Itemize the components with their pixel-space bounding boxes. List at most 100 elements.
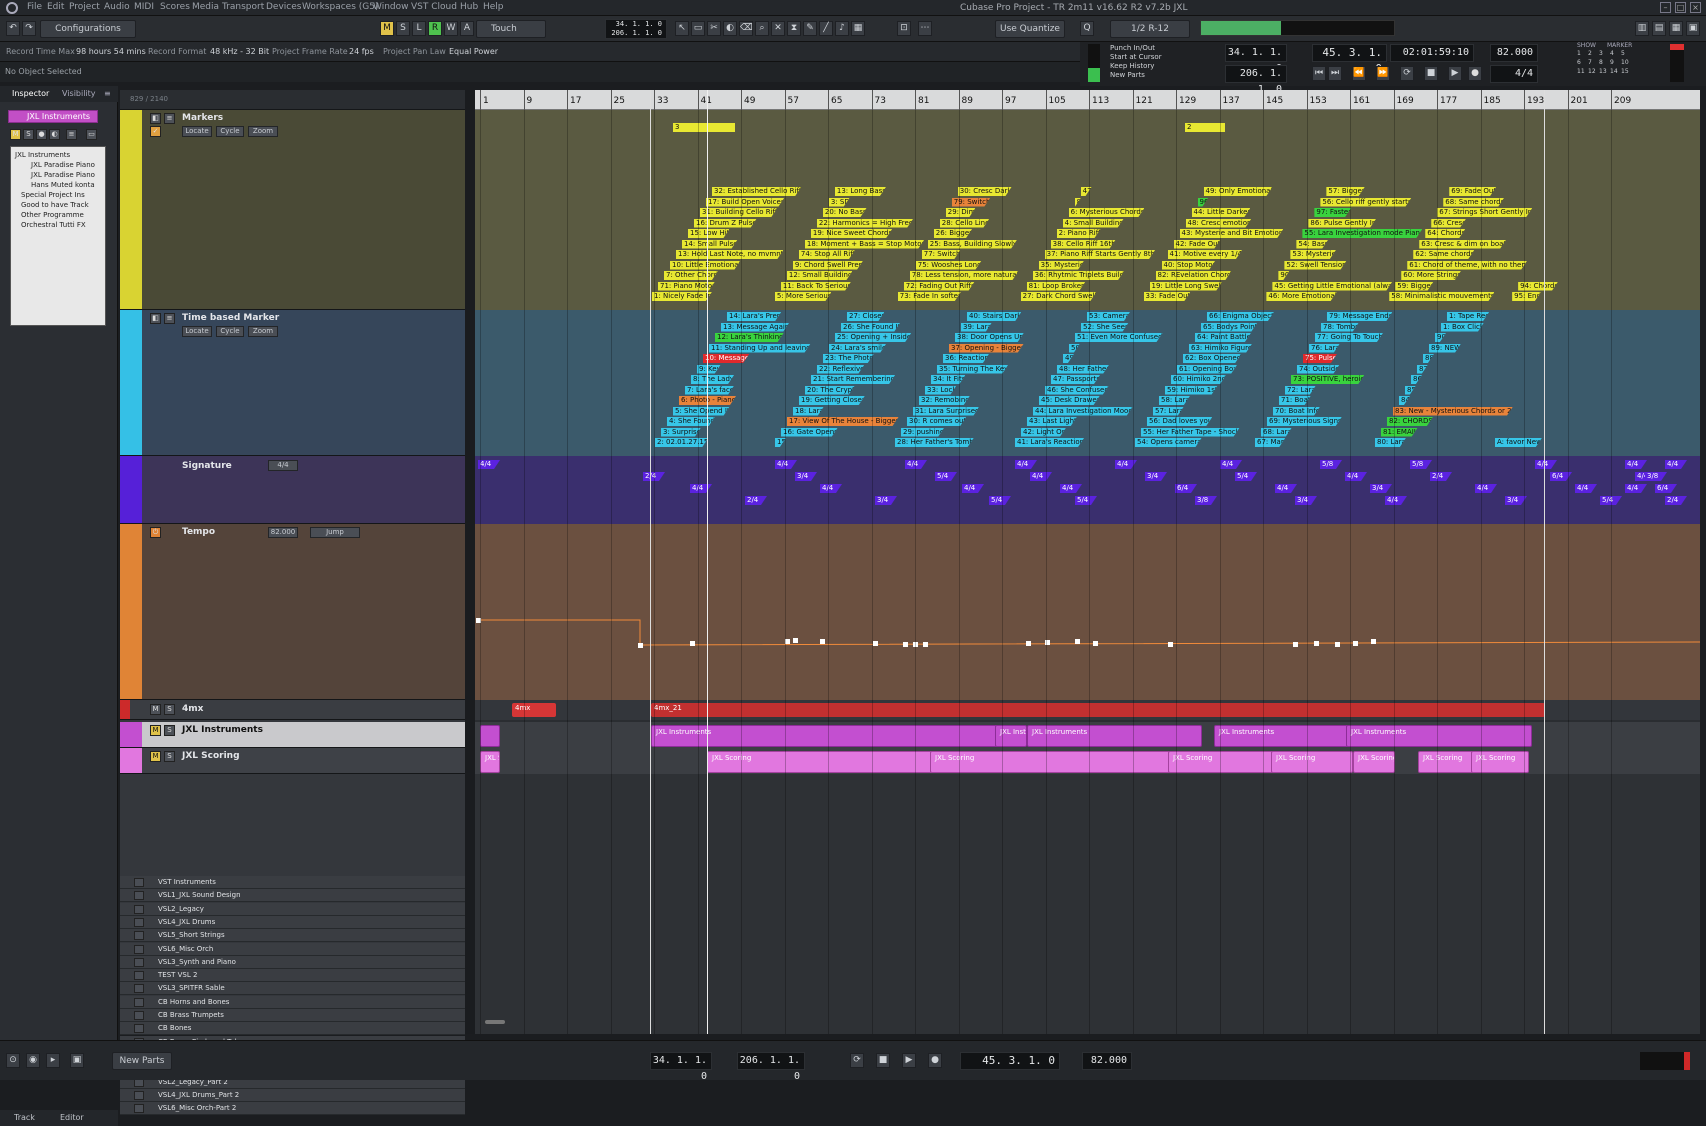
menu-audio[interactable]: Audio [104, 2, 130, 12]
marker-button-6[interactable]: 6 [1577, 59, 1581, 66]
time-marker[interactable]: 28: Her Father's Tomb [895, 438, 974, 447]
pointer-tool-icon[interactable]: ↖ [675, 21, 689, 36]
tab-inspector[interactable]: Inspector [12, 89, 49, 98]
time-marker[interactable]: 40: Stairs Dark [967, 312, 1021, 321]
menu-file[interactable]: File [27, 2, 42, 12]
time-marker[interactable]: 50 [1069, 344, 1080, 353]
time-marker[interactable]: 37: Opening - Bigger [949, 344, 1024, 353]
signature-event[interactable]: 4/4 [1475, 484, 1497, 493]
marker[interactable]: 7: Other Chord [664, 271, 718, 280]
marker[interactable]: 22: Harmonics = High Freq [817, 219, 913, 228]
marker-button-9[interactable]: 9 [1610, 59, 1614, 66]
signature-event[interactable]: 6/4 [1175, 484, 1197, 493]
inspector-write-button[interactable]: ◐ [49, 129, 60, 140]
instrument-track-row[interactable]: VSL1_JXL Sound Design [120, 889, 465, 903]
instrument-part[interactable] [480, 725, 500, 747]
instrument-track-row[interactable]: CB Bones [120, 1022, 465, 1036]
marker[interactable]: 41: Motive every 1/4 [1168, 250, 1242, 259]
tab-visibility[interactable]: Visibility [62, 89, 96, 98]
inspector-edit-button[interactable]: ≡ [66, 129, 77, 140]
time-marker[interactable]: 7: Lara's face [685, 386, 734, 395]
marker[interactable]: 57: Bigger [1326, 187, 1364, 196]
tree-item[interactable]: JXL Paradise Piano [31, 171, 95, 179]
color-tool-icon[interactable]: ▦ [851, 21, 865, 36]
time-marker[interactable]: 83: New - Mysterious Chords or 2 riffs [1393, 407, 1513, 416]
draw-tool-icon[interactable]: ✎ [803, 21, 817, 36]
marker[interactable]: 73: Fade In softer [898, 292, 961, 301]
instrument-part[interactable]: JXL Instruments [1214, 725, 1349, 747]
time-marker[interactable]: 25: Opening + Inside [835, 333, 911, 342]
scoring-part[interactable]: JXL S [480, 751, 500, 773]
tempo-point[interactable] [820, 639, 825, 644]
menu-workspaces[interactable]: Workspaces (G5) [302, 2, 378, 12]
zoom-tool-icon[interactable]: ⌕ [755, 21, 769, 36]
time-marker[interactable]: 73: POSITIVE, heroic [1291, 375, 1364, 384]
bottom-right-locator[interactable]: 206. 1. 1. 0 [737, 1052, 805, 1082]
tempo-point[interactable] [1293, 642, 1298, 647]
empty-tracks-lane[interactable] [475, 774, 1700, 1034]
time-marker[interactable]: 81: EMAIL [1381, 428, 1418, 437]
punch-in-out-option[interactable]: Punch In/Out [1110, 44, 1162, 53]
signature-event[interactable]: 3/4 [795, 472, 817, 481]
marker[interactable]: 33: Fade Out [1144, 292, 1191, 301]
marker[interactable]: 12: Small Building [787, 271, 853, 280]
tree-item[interactable]: JXL Instruments [15, 151, 70, 159]
redo-icon[interactable]: ↷ [22, 21, 36, 36]
signature-event[interactable]: 2/4 [1430, 472, 1452, 481]
marker[interactable]: 38: Cello Riff 16th [1051, 240, 1116, 249]
marker[interactable]: 40: Stop Motor [1162, 261, 1216, 270]
marker-button-3[interactable]: 3 [1599, 50, 1603, 57]
tempo-track-activate-icon[interactable]: ⏻ [150, 527, 161, 538]
marker[interactable]: 1: Nicely Fade In [652, 292, 712, 301]
marker[interactable]: 86: Pulse Gently In [1308, 219, 1376, 228]
menu-project[interactable]: Project [69, 2, 100, 12]
tempo-point[interactable] [690, 641, 695, 646]
play-icon[interactable]: ▶ [1448, 66, 1462, 81]
start-at-cursor-option[interactable]: Start at Cursor [1110, 53, 1162, 62]
audio-solo-button[interactable]: S [164, 704, 175, 715]
quantize-value-select[interactable]: 1/2 R-12 [1110, 20, 1190, 38]
signature-event[interactable]: 4/4 [690, 484, 712, 493]
instrument-track-row[interactable]: VST Instruments [120, 876, 465, 889]
time-marker[interactable]: 41: Lara's Reaction [1015, 438, 1084, 447]
layout-right-icon[interactable]: ▦ [1669, 21, 1683, 36]
event-display[interactable]: 1917253341495765738189971051131211291371… [475, 90, 1700, 1034]
time-marker[interactable]: 75: Pulse [1303, 354, 1337, 363]
marker-button-5[interactable]: 5 [1621, 50, 1625, 57]
menu-vst-cloud[interactable]: VST Cloud [411, 2, 457, 12]
marker[interactable]: 59: Bigger [1395, 282, 1433, 291]
inspector-folder-button[interactable]: ▭ [86, 129, 97, 140]
instrument-track-row[interactable]: TEST VSL 2 [120, 969, 465, 983]
snap-icon[interactable]: ⊡ [897, 21, 911, 36]
grid-icon[interactable]: ⋯ [918, 21, 932, 36]
time-marker[interactable]: 64: Paint Battle [1195, 333, 1251, 342]
scoring-part[interactable]: JXL Scoring [1168, 751, 1273, 773]
marker[interactable]: 5: More Serious [775, 292, 832, 301]
time-marker[interactable]: 84 [1399, 396, 1410, 405]
time-marker[interactable]: 17: View Of The House - Bigger [787, 417, 899, 426]
time-marker[interactable]: 86 [1411, 375, 1422, 384]
time-marker[interactable]: 53: Camera [1087, 312, 1130, 321]
new-parts-option[interactable]: New Parts [1110, 71, 1162, 80]
marker[interactable]: 28: Cello Line [940, 219, 990, 228]
time-marker[interactable]: 18: Lara [793, 407, 824, 416]
marker[interactable]: 67: Strings Short Gently In [1437, 208, 1532, 217]
signature-event[interactable]: 4/4 [820, 484, 842, 493]
signature-event[interactable]: 4/4 [1575, 484, 1597, 493]
marker[interactable]: 17: Build Open Voices [706, 198, 784, 207]
time-marker[interactable]: 35: Turning The Key [937, 365, 1008, 374]
marker[interactable]: 37: Piano Riff Starts Gently 8th [1045, 250, 1155, 259]
keep-history-option[interactable]: Keep History [1110, 62, 1162, 71]
time-marker[interactable]: 9: Key [697, 365, 721, 374]
precount-icon[interactable]: ▸ [46, 1053, 60, 1068]
inspector-menu-icon[interactable]: ≡ [104, 89, 111, 98]
cycle-marker[interactable]: 3 [673, 123, 735, 132]
maximize-icon[interactable]: □ [1675, 2, 1686, 13]
signature-value[interactable]: 4/4 [268, 460, 298, 471]
time-marker[interactable]: 16: Gate Opens [781, 428, 838, 437]
erase-tool-icon[interactable]: ⌫ [739, 21, 753, 36]
marker-button-7[interactable]: 7 [1588, 59, 1592, 66]
inspector-read-button[interactable]: ● [36, 129, 47, 140]
time-marker[interactable]: 31: Lara Surprised [913, 407, 980, 416]
signature-event[interactable]: 6/4 [1655, 484, 1677, 493]
